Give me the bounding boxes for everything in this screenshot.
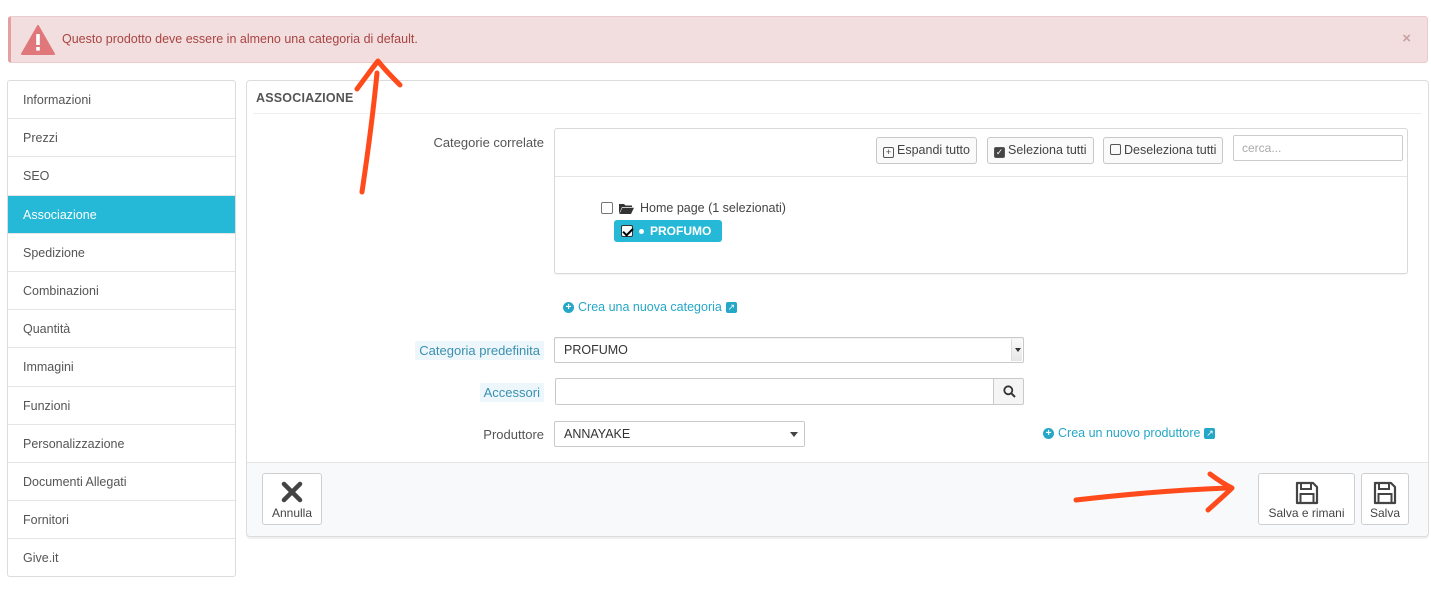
new-manufacturer-link[interactable]: + Crea un nuovo produttore ↗	[1043, 426, 1216, 440]
external-link-icon: ↗	[1204, 427, 1216, 439]
panel-divider	[253, 113, 1422, 114]
default-category-select[interactable]: PROFUMO	[554, 337, 1024, 363]
sidebar-item-funzioni[interactable]: Funzioni	[8, 387, 235, 425]
home-checkbox[interactable]	[601, 202, 613, 214]
empty-square-icon	[1110, 144, 1121, 155]
sidebar-item-prezzi[interactable]: Prezzi	[8, 119, 235, 158]
bullet-icon	[639, 228, 644, 234]
profumo-checkbox[interactable]	[621, 225, 633, 237]
checked-square-icon: ✓	[994, 147, 1005, 158]
toolbar-divider	[555, 176, 1407, 177]
error-alert: Questo prodotto deve essere in almeno un…	[8, 16, 1428, 63]
plus-circle-icon: +	[1043, 427, 1054, 439]
default-category-label: Categoria predefinita	[415, 341, 544, 360]
cancel-button[interactable]: Annulla	[262, 473, 322, 525]
footer-bg	[247, 462, 1428, 536]
tree-node-profumo[interactable]: PROFUMO	[614, 220, 722, 242]
chevron-down-icon	[790, 432, 798, 437]
search-icon	[1003, 385, 1016, 398]
save-button[interactable]: Salva	[1361, 473, 1409, 525]
accessories-input[interactable]	[555, 378, 993, 405]
sidebar-item-combinazioni[interactable]: Combinazioni	[8, 272, 235, 311]
accessories-search-button[interactable]	[993, 378, 1024, 405]
tree-node-home[interactable]: Home page (1 selezionati)	[601, 201, 786, 215]
sidebar-item-documenti-allegati[interactable]: Documenti Allegati	[8, 463, 235, 502]
external-link-icon: ↗	[725, 301, 737, 313]
folder-open-icon	[619, 203, 634, 214]
home-node-label: Home page (1 selezionati)	[640, 201, 786, 215]
profumo-node-label: PROFUMO	[650, 224, 712, 238]
manufacturer-label: Produttore	[483, 427, 544, 442]
accessories-label-wrap: Accessori	[400, 383, 544, 402]
manufacturer-select[interactable]: ANNAYAKE	[554, 421, 805, 447]
select-spinner-icon	[1011, 339, 1022, 361]
save-and-stay-button[interactable]: Salva e rimani	[1258, 473, 1355, 525]
sidebar-item-associazione[interactable]: Associazione	[8, 195, 235, 234]
sidebar-item-fornitori[interactable]: Fornitori	[8, 501, 235, 540]
sidebar-item-informazioni[interactable]: Informazioni	[8, 81, 235, 120]
category-search-input[interactable]	[1233, 135, 1403, 161]
default-category-label-wrap: Categoria predefinita	[400, 341, 544, 360]
close-icon	[281, 481, 303, 503]
sidebar-item-personalizzazione[interactable]: Personalizzazione	[8, 425, 235, 463]
sidebar-item-seo[interactable]: SEO	[8, 157, 235, 196]
panel-footer: Annulla Salva e rimani Salva	[247, 462, 1428, 536]
category-tree: + Espandi tutto ✓ Seleziona tutti Deselezi…	[554, 128, 1408, 274]
new-category-link[interactable]: + Crea una nuova categoria ↗	[563, 300, 737, 314]
warning-icon	[21, 25, 55, 55]
plus-circle-icon: +	[563, 301, 574, 313]
alert-message: Questo prodotto deve essere in almeno un…	[62, 32, 418, 46]
panel-title: ASSOCIAZIONE	[256, 91, 354, 105]
floppy-disk-icon	[1295, 481, 1318, 505]
sidebar-item-immagini[interactable]: Immagini	[8, 348, 235, 387]
close-icon[interactable]: ×	[1402, 30, 1411, 47]
sidebar-item-give-it[interactable]: Give.it	[8, 539, 235, 576]
floppy-disk-icon	[1373, 481, 1397, 505]
product-tabs-sidebar: Informazioni Prezzi SEO Associazione Spedizi…	[7, 80, 236, 577]
plus-square-icon: +	[883, 147, 894, 158]
sidebar-item-quantit[interactable]: Quantità	[8, 310, 235, 349]
select-all-button[interactable]: ✓ Seleziona tutti	[987, 137, 1094, 164]
expand-all-button[interactable]: + Espandi tutto	[876, 137, 977, 164]
deselect-all-button[interactable]: Deseleziona tutti	[1103, 137, 1224, 164]
related-categories-label: Categorie correlate	[433, 135, 544, 150]
sidebar-item-spedizione[interactable]: Spedizione	[8, 234, 235, 272]
accessories-label: Accessori	[479, 383, 544, 402]
